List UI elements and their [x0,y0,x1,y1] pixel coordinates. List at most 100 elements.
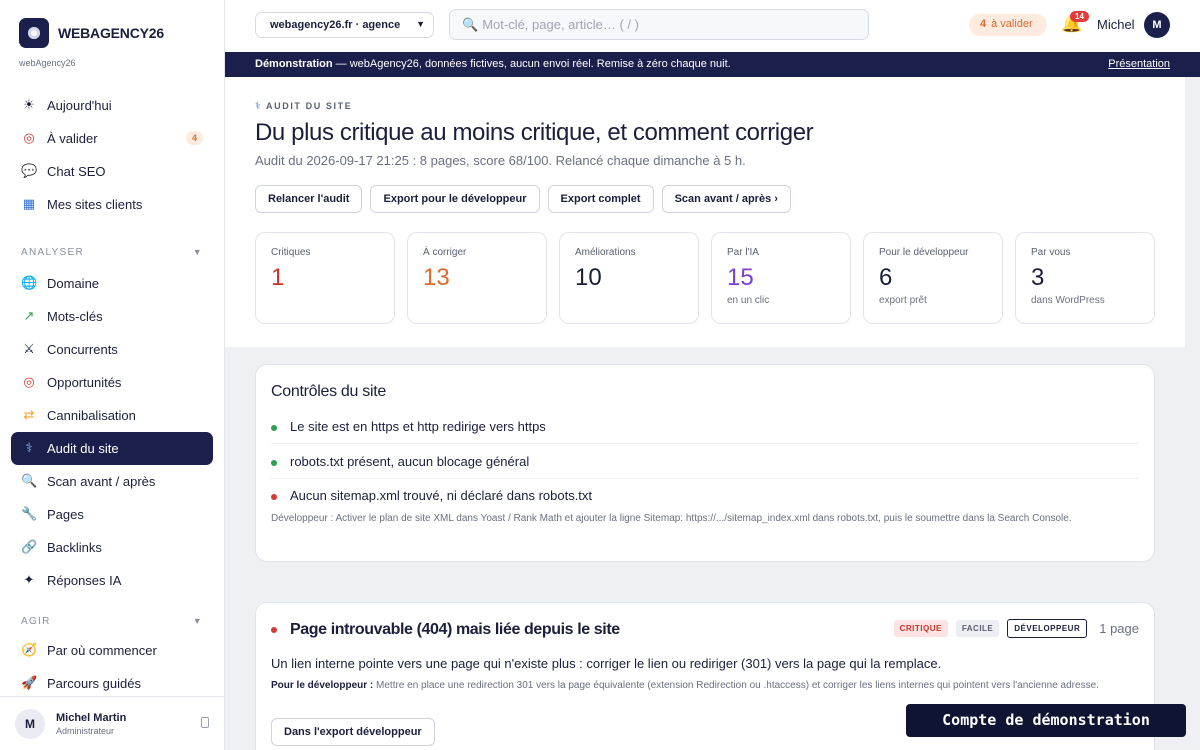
nav-label: Par où commencer [47,643,157,658]
issue-description: Un lien interne pointe vers une page qui… [271,656,942,671]
stat-label: Critiques [271,247,311,258]
count-badge: 4 [185,131,203,145]
topbar: webagency26.fr · agence ▼ 🔍 Mot-clé, page… [225,0,1200,52]
brand[interactable]: WEBAGENCY26 [0,0,224,48]
check-item: Le site est en https et http redirige ve… [271,419,546,434]
sidebar-user[interactable]: M Michel Martin Administrateur [0,696,224,750]
nav-item-competitors[interactable]: ⚔ Concurrents [11,333,213,366]
status-dot-ok [271,424,277,431]
status-dot-critical [271,626,277,633]
user-name[interactable]: Michel [1097,17,1135,32]
scan-before-after-button[interactable]: Scan avant / après › [661,185,791,213]
stat-card-by-ai[interactable]: Par l'IA 15 en un clic [711,232,851,324]
stat-label: Par l'IA [727,247,759,258]
nav-label: Chat SEO [47,164,106,179]
divider [271,443,1139,444]
issue-tags: CRITIQUE FACILE DÉVELOPPEUR 1 page [893,619,1139,638]
stat-card-for-developer[interactable]: Pour le développeur 6 export prêt [863,232,1003,324]
stat-card-improvements[interactable]: Améliorations 10 [559,232,699,324]
nav-item-client-sites[interactable]: ▦ Mes sites clients [11,188,213,221]
nav-item-scan[interactable]: 🔍 Scan avant / après [11,465,213,498]
nav-label: Pages [47,507,84,522]
nav-label: Aujourd'hui [47,98,112,113]
shuffle-icon: ⇄ [23,408,35,423]
status-dot-error [271,493,277,500]
status-dot-ok [271,459,277,466]
brand-subtitle: webAgency26 [19,58,76,68]
developer-text: Mettre en place une redirection 301 vers… [373,680,1099,691]
section-agir[interactable]: AGIR ▼ [0,609,224,633]
stat-sub: dans WordPress [1031,295,1105,306]
nav-item-ai-answers[interactable]: ✦ Réponses IA [11,564,213,597]
stethoscope-icon: ⚕ [25,441,33,456]
presentation-link[interactable]: Présentation [1108,58,1170,70]
sun-icon: ☀ [23,98,35,113]
rerun-audit-button[interactable]: Relancer l'audit [255,185,363,213]
to-validate-pill[interactable]: 4 à valider [969,14,1047,36]
export-full-button[interactable]: Export complet [547,185,654,213]
chevron-down-icon: ▼ [416,19,425,29]
pages-count[interactable]: 1 page [1099,621,1139,636]
nav-label: Backlinks [47,540,102,555]
nav-item-chat-seo[interactable]: 💬 Chat SEO [11,155,213,188]
search-icon: 🔍 [462,18,479,33]
compass-icon: 🧭 [21,643,38,658]
globe-icon: 🌐 [21,276,38,291]
section-label: ANALYSER [21,246,85,258]
nav-item-domain[interactable]: 🌐 Domaine [11,267,213,300]
nav-item-backlinks[interactable]: 🔗 Backlinks [11,531,213,564]
nav-item-keywords[interactable]: ↗ Mots-clés [11,300,213,333]
export-developer-button[interactable]: Export pour le développeur [370,185,540,213]
issue-title: Page introuvable (404) mais liée depuis … [271,621,620,639]
user-role: Administrateur [56,725,115,736]
developer-label: Pour le développeur : [271,680,374,691]
search-input[interactable]: 🔍 Mot-clé, page, article… ( / ) [449,9,869,40]
nav-label: Parcours guidés [47,676,141,691]
page-title: Du plus critique au moins critique, et c… [255,119,814,146]
nav-item-site-audit[interactable]: ⚕ Audit du site [11,432,213,465]
brand-name: WEBAGENCY26 [58,25,164,41]
nav-item-today[interactable]: ☀ Aujourd'hui [11,89,213,122]
section-analyser[interactable]: ANALYSER ▼ [0,240,224,264]
rocket-icon: 🚀 [21,676,38,691]
link-icon: 🔗 [21,540,38,555]
main-content: ⚕ AUDIT DU SITE Du plus critique au moins… [225,77,1185,750]
developer-export-button[interactable]: Dans l'export développeur [271,718,435,746]
stat-label: Améliorations [575,247,636,258]
stat-card-by-you[interactable]: Par vous 3 dans WordPress [1015,232,1155,324]
logout-icon[interactable] [201,717,209,728]
wrench-icon: 🔧 [21,507,38,522]
nav-analyser: 🌐 Domaine ↗ Mots-clés ⚔ Concurrents ◎ Opport… [0,267,224,597]
to-validate-label: à valider [991,18,1033,30]
card-title: Contrôles du site [271,383,386,400]
nav-item-to-validate[interactable]: ◎ À valider 4 [11,122,213,155]
sparkle-icon: ✦ [23,573,35,588]
nav-label: Mes sites clients [47,197,143,212]
nav-agir: 🧭 Par où commencer 🚀 Parcours guidés [0,634,224,700]
check-item: Aucun sitemap.xml trouvé, ni déclaré dan… [271,488,592,503]
tag-developer: DÉVELOPPEUR [1007,619,1088,638]
avatar[interactable]: M [1144,12,1170,38]
brand-logo [19,18,49,48]
nav-item-opportunities[interactable]: ◎ Opportunités [11,366,213,399]
nav-item-cannibalisation[interactable]: ⇄ Cannibalisation [11,399,213,432]
stat-label: À corriger [423,247,467,258]
chevron-down-icon: ▼ [192,616,203,626]
nav-item-pages[interactable]: 🔧 Pages [11,498,213,531]
user-name: Michel Martin [56,711,127,724]
stat-cards: Critiques 1 À corriger 13 Améliorations 10 … [255,232,1155,324]
stat-card-to-fix[interactable]: À corriger 13 [407,232,547,324]
eyebrow-text: AUDIT DU SITE [266,101,353,111]
demo-message-text: — webAgency26, données fictives, aucun e… [332,58,731,70]
stat-card-critical[interactable]: Critiques 1 [255,232,395,324]
site-select[interactable]: webagency26.fr · agence ▼ [255,12,434,38]
nav-item-where-to-start[interactable]: 🧭 Par où commencer [11,634,213,667]
chevron-down-icon: ▼ [192,247,203,257]
check-text: Aucun sitemap.xml trouvé, ni déclaré dan… [290,488,593,503]
nav-label: Concurrents [47,342,118,357]
nav-label: À valider [47,131,98,146]
check-item: robots.txt présent, aucun blocage généra… [271,454,529,469]
check-text: Le site est en https et http redirige ve… [290,419,546,434]
nav-label: Réponses IA [47,573,122,588]
page-header: ⚕ AUDIT DU SITE Du plus critique au moins… [225,77,1185,347]
